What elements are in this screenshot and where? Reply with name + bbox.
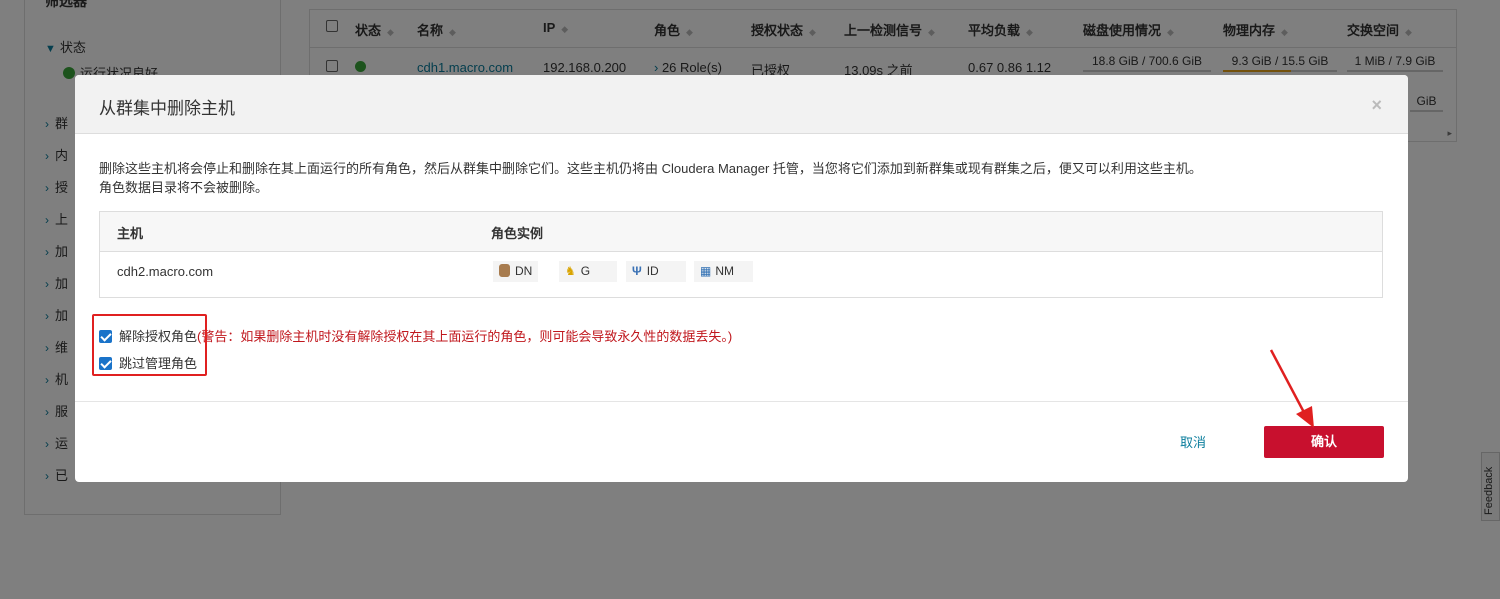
dialog-footer-divider <box>75 401 1408 402</box>
dialog-description: 删除这些主机将会停止和删除在其上面运行的所有角色，然后从群集中删除它们。这些主机… <box>99 161 1202 195</box>
host-roles-table: 主机 角色实例 cdh2.macro.com DN ♞ G Ψ ID ▦ NM <box>99 211 1383 298</box>
dialog-header: 从群集中删除主机 × <box>75 75 1408 134</box>
nodemanager-icon: ▦ <box>700 264 711 278</box>
gateway-icon: ♞ <box>565 264 576 278</box>
dialog-title: 从群集中删除主机 <box>99 99 235 118</box>
col-role-instances: 角色实例 <box>491 226 544 241</box>
role-chip-dn: DN <box>493 261 539 282</box>
host-name: cdh2.macro.com <box>117 264 214 279</box>
confirm-button[interactable]: 确认 <box>1264 426 1384 458</box>
remove-hosts-dialog: 从群集中删除主机 × 删除这些主机将会停止和删除在其上面运行的所有角色，然后从群… <box>75 75 1408 482</box>
role-chip-g: ♞ G <box>559 261 617 282</box>
role-chip-id: Ψ ID <box>626 261 686 282</box>
host-roles-table-header: 主机 角色实例 <box>100 212 1382 252</box>
col-host: 主机 <box>117 226 144 241</box>
close-icon[interactable]: × <box>1371 95 1382 116</box>
impala-daemon-icon: Ψ <box>632 264 642 278</box>
cancel-button[interactable]: 取消 <box>1180 432 1206 451</box>
role-chip-nm: ▦ NM <box>694 261 753 282</box>
decommission-warning: (警告：如果删除主机时没有解除授权在其上面运行的角色，则可能会导致永久性的数据丢… <box>197 329 733 344</box>
annotation-highlight-box <box>92 314 207 376</box>
datanode-icon <box>499 264 510 277</box>
